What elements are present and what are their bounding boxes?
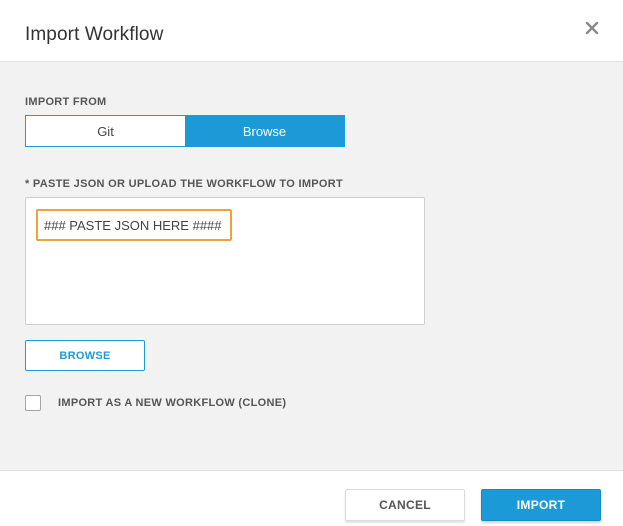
import-source-browse-option[interactable]: Browse — [185, 116, 344, 146]
import-source-toggle: Git Browse — [25, 115, 345, 147]
import-source-git-option[interactable]: Git — [26, 116, 185, 146]
import-button[interactable]: IMPORT — [481, 489, 601, 521]
import-workflow-dialog: Import Workflow IMPORT FROM Git Browse *… — [0, 0, 623, 526]
import-from-label: IMPORT FROM — [25, 96, 107, 108]
clone-checkbox-label[interactable]: IMPORT AS A NEW WORKFLOW (CLONE) — [58, 397, 286, 409]
dialog-footer: CANCEL IMPORT — [0, 470, 623, 526]
clone-checkbox[interactable] — [25, 395, 41, 411]
close-icon[interactable] — [583, 19, 601, 37]
json-input-label: * PASTE JSON OR UPLOAD THE WORKFLOW TO I… — [25, 178, 344, 190]
json-placeholder-highlight[interactable]: ### PASTE JSON HERE #### — [36, 209, 232, 241]
dialog-title: Import Workflow — [25, 24, 164, 45]
cancel-button[interactable]: CANCEL — [345, 489, 465, 521]
json-textarea[interactable]: ### PASTE JSON HERE #### — [25, 197, 425, 325]
dialog-body: IMPORT FROM Git Browse * PASTE JSON OR U… — [0, 63, 623, 470]
dialog-header: Import Workflow — [0, 0, 623, 62]
browse-button[interactable]: BROWSE — [25, 340, 145, 371]
